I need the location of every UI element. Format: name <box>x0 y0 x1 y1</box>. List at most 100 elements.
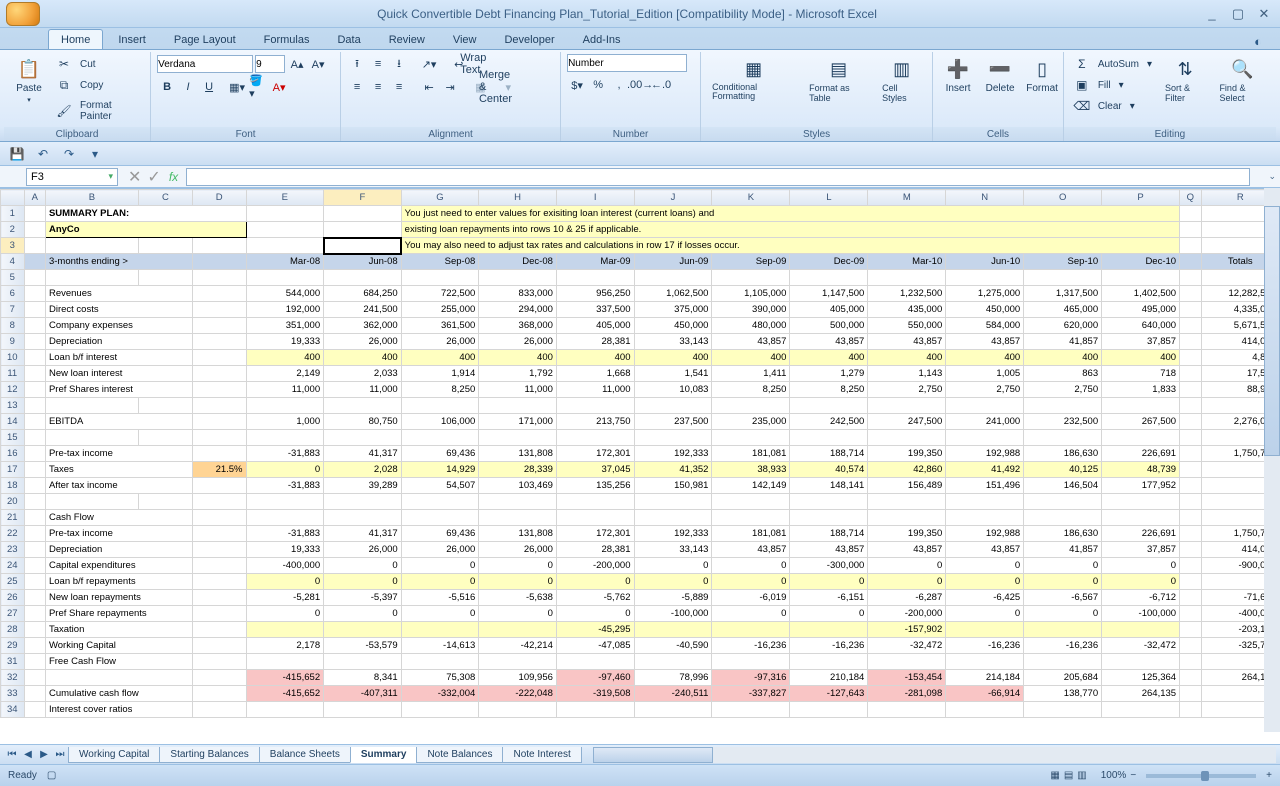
underline-button[interactable]: U <box>199 77 219 97</box>
cell[interactable] <box>1102 430 1180 446</box>
cell[interactable]: 0 <box>634 574 712 590</box>
cell[interactable]: 8,250 <box>712 382 790 398</box>
cell[interactable]: 37,857 <box>1102 542 1180 558</box>
cell[interactable]: 42,860 <box>868 462 946 478</box>
cell[interactable]: 43,857 <box>868 334 946 350</box>
cell[interactable]: 78,996 <box>634 670 712 686</box>
row-header-17[interactable]: 17 <box>1 462 25 478</box>
cell[interactable] <box>868 398 946 414</box>
cell[interactable] <box>556 494 634 510</box>
row-header-13[interactable]: 13 <box>1 398 25 414</box>
cell[interactable] <box>192 494 246 510</box>
cell[interactable] <box>45 494 138 510</box>
row-label[interactable]: Direct costs <box>45 302 192 318</box>
col-header-O[interactable]: O <box>1024 190 1102 206</box>
cell[interactable]: 833,000 <box>479 286 557 302</box>
page-break-view-button[interactable]: ▥ <box>1077 770 1086 781</box>
cell[interactable]: 405,000 <box>556 318 634 334</box>
font-size-combo[interactable] <box>255 55 285 73</box>
periods-label[interactable]: 3-months ending > <box>45 254 192 270</box>
cell[interactable] <box>45 398 138 414</box>
formula-bar-input[interactable] <box>186 168 1250 186</box>
cell[interactable]: -6,712 <box>1102 590 1180 606</box>
col-header-D[interactable]: D <box>192 190 246 206</box>
cell[interactable]: -16,236 <box>1024 638 1102 654</box>
insert-cells-button[interactable]: ➕Insert <box>939 54 977 97</box>
cell[interactable] <box>479 270 557 286</box>
cell[interactable] <box>24 398 45 414</box>
cell[interactable]: 361,500 <box>401 318 479 334</box>
cell[interactable]: 550,000 <box>868 318 946 334</box>
cell[interactable]: 11,000 <box>556 382 634 398</box>
cell[interactable] <box>401 398 479 414</box>
row-label[interactable]: Depreciation <box>45 334 192 350</box>
cell[interactable] <box>246 494 324 510</box>
cell[interactable]: 41,317 <box>324 526 402 542</box>
cell[interactable]: 1,232,500 <box>868 286 946 302</box>
row-label[interactable]: Pre-tax income <box>45 526 192 542</box>
cell[interactable]: 156,489 <box>868 478 946 494</box>
cell[interactable]: 150,981 <box>634 478 712 494</box>
cell[interactable]: 2,750 <box>868 382 946 398</box>
row-label[interactable]: Pref Share repayments <box>45 606 192 622</box>
cell[interactable]: -200,000 <box>556 558 634 574</box>
cell[interactable]: 192,333 <box>634 446 712 462</box>
cell[interactable]: 48,739 <box>1102 462 1180 478</box>
cell[interactable] <box>1180 270 1201 286</box>
cell[interactable]: 131,808 <box>479 526 557 542</box>
active-cell-F3[interactable] <box>324 238 402 254</box>
cell[interactable]: 0 <box>246 606 324 622</box>
ribbon-tab-view[interactable]: View <box>440 29 490 49</box>
cell[interactable]: 37,045 <box>556 462 634 478</box>
cell[interactable]: 43,857 <box>790 334 868 350</box>
tax-rate-cell[interactable]: 21.5% <box>192 462 246 478</box>
cell[interactable] <box>1024 398 1102 414</box>
cell[interactable]: -42,214 <box>479 638 557 654</box>
cell[interactable]: -66,914 <box>946 686 1024 702</box>
cell[interactable] <box>138 398 192 414</box>
cell[interactable]: 1,402,500 <box>1102 286 1180 302</box>
shrink-font-button[interactable]: A▾ <box>308 54 328 74</box>
align-center-button[interactable]: ≡ <box>368 77 388 97</box>
cell[interactable]: -300,000 <box>790 558 868 574</box>
cell[interactable]: 400 <box>479 350 557 366</box>
cell[interactable] <box>1180 494 1201 510</box>
cell[interactable]: 232,500 <box>1024 414 1102 430</box>
ribbon-tab-home[interactable]: Home <box>48 29 103 49</box>
row-header-20[interactable]: 20 <box>1 494 25 510</box>
cell[interactable] <box>45 270 138 286</box>
font-name-combo[interactable] <box>157 55 253 73</box>
align-top-button[interactable]: ⭱ <box>347 54 367 74</box>
cell[interactable]: -47,085 <box>556 638 634 654</box>
row-label[interactable]: New loan repayments <box>45 590 192 606</box>
zoom-out-button[interactable]: − <box>1130 770 1136 781</box>
cell[interactable] <box>246 622 324 638</box>
cell[interactable]: 103,469 <box>479 478 557 494</box>
cell[interactable]: 2,750 <box>1024 382 1102 398</box>
cell[interactable]: 37,857 <box>1102 334 1180 350</box>
col-header-B[interactable]: B <box>45 190 138 206</box>
cell[interactable]: -40,590 <box>634 638 712 654</box>
cell[interactable]: 186,630 <box>1024 446 1102 462</box>
currency-button[interactable]: $▾ <box>567 75 587 95</box>
row-label[interactable]: Cumulative cash flow <box>45 686 192 702</box>
cell[interactable] <box>712 494 790 510</box>
cell[interactable]: 10,083 <box>634 382 712 398</box>
cell[interactable]: 26,000 <box>479 542 557 558</box>
cell[interactable] <box>1102 494 1180 510</box>
fill-button[interactable]: ▣Fill ▾ <box>1070 75 1156 95</box>
cell[interactable] <box>868 270 946 286</box>
row-label[interactable]: Interest cover ratios <box>45 702 192 718</box>
cell[interactable]: 368,000 <box>479 318 557 334</box>
row-header-1[interactable]: 1 <box>1 206 25 222</box>
row-header-31[interactable]: 31 <box>1 654 25 670</box>
row-label[interactable]: Taxes <box>45 462 192 478</box>
row-header-33[interactable]: 33 <box>1 686 25 702</box>
cell[interactable]: -200,000 <box>868 606 946 622</box>
cell[interactable] <box>790 270 868 286</box>
cell[interactable] <box>946 622 1024 638</box>
cell[interactable]: 171,000 <box>479 414 557 430</box>
cell[interactable] <box>634 430 712 446</box>
paste-button[interactable]: 📋 Paste ▾ <box>10 54 48 107</box>
clear-button[interactable]: ⌫Clear ▾ <box>1070 96 1156 116</box>
